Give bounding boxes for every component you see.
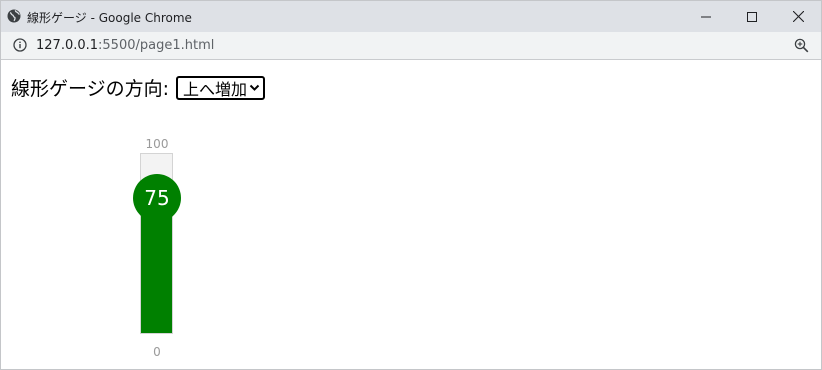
page-content: 線形ゲージの方向: 上へ増加 100 75 0	[1, 60, 821, 369]
chevron-down-icon	[249, 84, 260, 91]
maximize-icon	[747, 11, 757, 22]
direction-select[interactable]: 上へ増加	[176, 75, 266, 100]
direction-label: 線形ゲージの方向:	[11, 78, 170, 100]
url-host: 127.0.0.1	[36, 38, 99, 53]
gauge-min-label: 0	[153, 345, 161, 359]
gauge-max-label: 100	[145, 137, 169, 151]
gauge-value-label: 75	[144, 186, 170, 210]
close-button[interactable]	[775, 1, 821, 32]
gauge-value-pointer[interactable]: 75	[133, 174, 181, 222]
direction-select-value: 上へ増加	[183, 79, 248, 99]
title-bar: 線形ゲージ - Google Chrome	[1, 1, 821, 32]
url-path: :5500/page1.html	[98, 38, 215, 53]
zoom-in-icon[interactable]	[794, 38, 809, 53]
maximize-button[interactable]	[729, 1, 775, 32]
browser-window: 線形ゲージ - Google Chrome 127.0.0.1:5500/pag…	[0, 0, 822, 370]
window-title: 線形ゲージ - Google Chrome	[27, 11, 192, 25]
minimize-button[interactable]	[683, 1, 729, 32]
close-icon	[792, 11, 804, 22]
globe-icon	[7, 9, 21, 23]
url-field[interactable]: 127.0.0.1:5500/page1.html	[36, 38, 214, 53]
direction-control: 線形ゲージの方向: 上へ増加	[11, 74, 266, 101]
info-icon[interactable]	[13, 38, 27, 52]
address-bar: 127.0.0.1:5500/page1.html	[1, 32, 821, 60]
minimize-icon	[701, 16, 711, 17]
